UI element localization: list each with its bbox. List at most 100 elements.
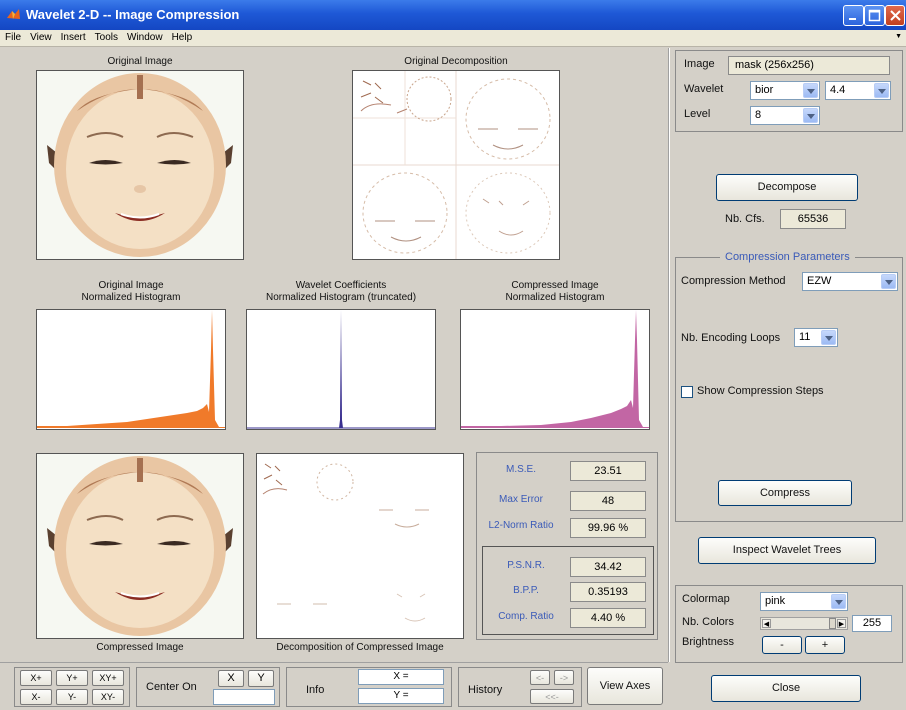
comp-ratio-value: 4.40 % (570, 608, 646, 628)
mse-value: 23.51 (570, 461, 646, 481)
menu-view[interactable]: View (25, 30, 56, 43)
compress-button[interactable]: Compress (718, 480, 852, 506)
chevron-down-icon (831, 594, 846, 609)
nb-colors-value[interactable]: 255 (852, 615, 892, 632)
bpp-label: B.P.P. (513, 585, 539, 596)
slider-right-arrow-icon[interactable]: ▶ (837, 619, 846, 628)
zoom-x-minus-button[interactable]: X- (20, 689, 52, 705)
hist-original-title-line1: Original Image (98, 280, 164, 291)
pane-separator (668, 48, 670, 662)
toolbar-toggle-icon[interactable]: ▼ (895, 33, 902, 40)
chevron-down-icon (874, 83, 889, 98)
slider-thumb[interactable] (829, 618, 836, 629)
original-image-axes[interactable] (36, 70, 244, 260)
mask-image (47, 73, 233, 257)
compressed-decomposition-title: Decomposition of Compressed Image (276, 642, 444, 653)
hist-original-plot (37, 310, 225, 428)
chevron-down-icon (881, 274, 896, 289)
hist-compressed-title-line2: Normalized Histogram (505, 292, 605, 303)
decompose-button[interactable]: Decompose (716, 174, 858, 201)
center-on-x-button[interactable]: X (218, 670, 244, 687)
compressed-decomposition-image (262, 463, 429, 622)
colormap-value: pink (765, 595, 786, 607)
zoom-y-plus-button[interactable]: Y+ (56, 670, 88, 686)
center-on-input[interactable] (213, 689, 275, 705)
level-select[interactable]: 8 (750, 106, 820, 125)
menu-tools[interactable]: Tools (90, 30, 122, 43)
show-steps-checkbox[interactable] (681, 386, 693, 398)
minimize-button[interactable] (843, 5, 864, 26)
brightness-decrease-button[interactable]: - (762, 636, 802, 654)
hist-compressed-title-line1: Compressed Image (511, 280, 599, 291)
compression-method-label: Compression Method (681, 275, 786, 287)
image-value: mask (256x256) (728, 56, 890, 75)
menu-insert[interactable]: Insert (56, 30, 90, 43)
menu-help[interactable]: Help (167, 30, 197, 43)
l2-norm-ratio-label: L2-Norm Ratio (488, 520, 554, 531)
comp-ratio-label: Comp. Ratio (498, 611, 554, 622)
menu-window[interactable]: Window (122, 30, 167, 43)
level-value: 8 (755, 109, 762, 121)
info-x-field: X = (358, 669, 444, 685)
zoom-xy-minus-button[interactable]: XY- (92, 689, 124, 705)
maximize-icon (868, 9, 881, 22)
close-window-button[interactable] (885, 5, 905, 26)
show-steps-label: Show Compression Steps (697, 385, 824, 397)
brightness-label: Brightness (682, 636, 734, 648)
nb-colors-label: Nb. Colors (682, 616, 734, 628)
wavelet-number-value: 4.4 (830, 84, 846, 96)
menu-bar: File View Insert Tools Window Help ▼ (0, 30, 906, 47)
hist-compressed-title: Compressed Image Normalized Histogram (460, 280, 650, 304)
nb-cfs-label: Nb. Cfs. (725, 213, 765, 225)
wavelet-family-select[interactable]: bior (750, 81, 820, 100)
title-bar: Wavelet 2-D -- Image Compression (0, 0, 906, 30)
original-decomposition-title: Original Decomposition (404, 56, 508, 67)
view-axes-button[interactable]: View Axes (587, 667, 663, 705)
hist-compressed-axes[interactable] (460, 309, 650, 430)
zoom-x-plus-button[interactable]: X+ (20, 670, 52, 686)
wavelet-family-value: bior (755, 84, 774, 96)
original-image-title: Original Image (107, 56, 173, 67)
original-decomposition-axes[interactable] (352, 70, 560, 260)
center-on-y-button[interactable]: Y (248, 670, 274, 687)
encoding-loops-value: 11 (799, 331, 811, 343)
zoom-xy-plus-button[interactable]: XY+ (92, 670, 124, 686)
minimize-icon (849, 18, 856, 20)
close-icon (890, 10, 901, 21)
history-back-button[interactable]: <- (530, 670, 550, 685)
hist-original-axes[interactable] (36, 309, 226, 430)
encoding-loops-label: Nb. Encoding Loops (681, 332, 781, 344)
hist-original-title-line2: Normalized Histogram (81, 292, 181, 303)
bpp-value: 0.35193 (570, 582, 646, 602)
compression-method-select[interactable]: EZW (802, 272, 898, 291)
chevron-down-icon (803, 108, 818, 123)
menu-file[interactable]: File (0, 30, 25, 43)
chevron-down-icon (821, 330, 836, 345)
inspect-wavelet-trees-button[interactable]: Inspect Wavelet Trees (698, 537, 876, 564)
hist-coeffs-plot (247, 310, 435, 429)
hist-coeffs-title: Wavelet Coefficients Normalized Histogra… (246, 280, 436, 304)
compressed-image-axes[interactable] (36, 453, 244, 639)
chevron-down-icon (803, 83, 818, 98)
close-button[interactable]: Close (711, 675, 861, 702)
history-forward-button[interactable]: -> (554, 670, 574, 685)
hist-original-title: Original Image Normalized Histogram (36, 280, 226, 304)
brightness-increase-button[interactable]: + (805, 636, 845, 654)
compressed-decomposition-axes[interactable] (256, 453, 464, 639)
psnr-value: 34.42 (570, 557, 646, 577)
nb-colors-slider[interactable]: ◀ ▶ (760, 617, 848, 630)
wavelet-label: Wavelet (684, 83, 724, 95)
zoom-y-minus-button[interactable]: Y- (56, 689, 88, 705)
wavelet-number-select[interactable]: 4.4 (825, 81, 891, 100)
image-label: Image (684, 58, 715, 70)
maximize-button[interactable] (864, 5, 885, 26)
hist-coeffs-axes[interactable] (246, 309, 436, 430)
encoding-loops-select[interactable]: 11 (794, 328, 838, 347)
slider-left-arrow-icon[interactable]: ◀ (762, 619, 771, 628)
psnr-label: P.S.N.R. (507, 560, 545, 571)
level-label: Level (684, 108, 711, 120)
compression-method-value: EZW (807, 275, 832, 287)
colormap-select[interactable]: pink (760, 592, 848, 611)
history-first-button[interactable]: <<- (530, 689, 574, 704)
nb-cfs-value: 65536 (780, 209, 846, 229)
